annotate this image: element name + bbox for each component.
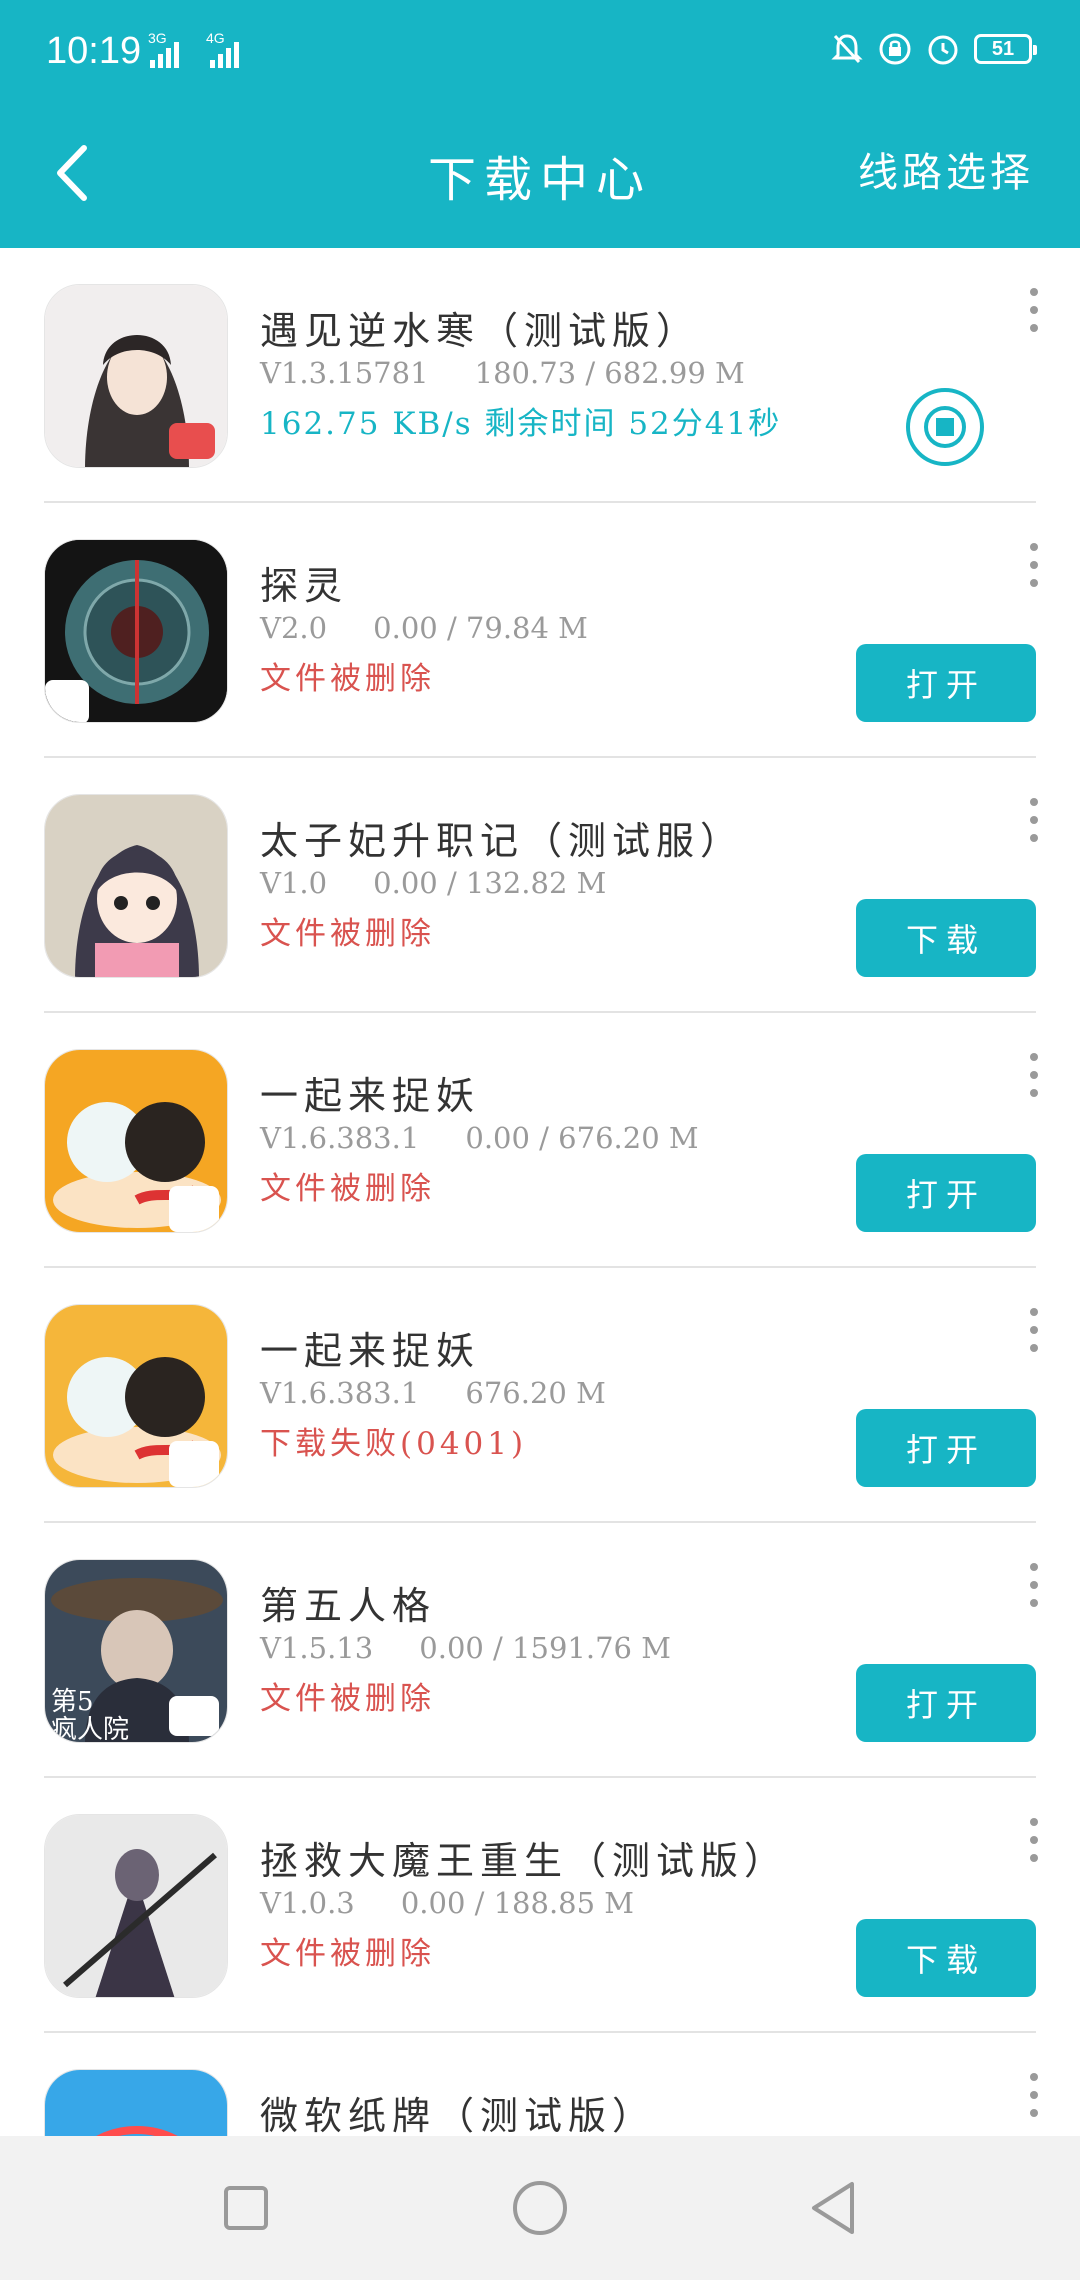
app-meta: V1.0 0.00 / 132.82 M — [260, 866, 607, 900]
route-select-button[interactable]: 线路选择 — [858, 140, 1034, 198]
download-item[interactable]: 第5 疯人院 第五人格 V1.5.13 0.00 / 1591.76 M 文件被… — [0, 1523, 1080, 1778]
app-meta: V1.3.15781 180.73 / 682.99 M — [260, 356, 745, 390]
download-item[interactable]: 拯救大魔王重生（测试版） V1.0.3 0.00 / 188.85 M 文件被删… — [0, 1778, 1080, 2033]
icon-overlay-text: 第5 — [51, 1687, 94, 1717]
open-button[interactable]: 打开 — [856, 1154, 1036, 1232]
app-icon — [44, 2069, 228, 2136]
app-meta: V1.5.13 0.00 / 1591.76 M — [260, 1631, 671, 1665]
download-status: 文件被删除 — [260, 661, 435, 697]
app-icon — [44, 539, 228, 723]
alarm-icon — [928, 35, 958, 65]
status-time: 10:19 — [46, 30, 142, 72]
status-bar: 10:19 3G 4G 51 — [0, 0, 1080, 110]
bell-off-icon — [831, 34, 863, 64]
app-icon: 第5 疯人院 — [44, 1559, 228, 1743]
app-meta: V1.6.383.1 676.20 M — [260, 1376, 606, 1410]
app-icon — [44, 1814, 228, 1998]
open-button[interactable]: 打开 — [856, 1409, 1036, 1487]
download-speed: 162.75 KB/s 剩余时间 52分41秒 — [260, 406, 782, 442]
more-options-icon[interactable] — [1024, 543, 1044, 587]
more-options-icon[interactable] — [1024, 2073, 1044, 2117]
download-status: 文件被删除 — [260, 1681, 435, 1717]
app-name: 遇见逆水寒（测试版） — [260, 309, 701, 353]
app-name: 一起来捉妖 — [260, 1329, 481, 1373]
more-options-icon[interactable] — [1024, 798, 1044, 842]
download-item[interactable]: 微软纸牌（测试版） — [0, 2033, 1080, 2136]
app-name: 微软纸牌（测试版） — [260, 2094, 657, 2136]
app-meta: V1.0.3 0.00 / 188.85 M — [260, 1886, 634, 1920]
icon-overlay-text: 疯人院 — [51, 1715, 129, 1743]
app-icon — [44, 1304, 228, 1488]
download-status: 文件被删除 — [260, 1936, 435, 1972]
download-item[interactable]: 一起来捉妖 V1.6.383.1 676.20 M 下载失败(0401) 打开 — [0, 1268, 1080, 1523]
download-status: 文件被删除 — [260, 1171, 435, 1207]
home-circle-icon[interactable] — [504, 2172, 576, 2244]
app-meta: V2.0 0.00 / 79.84 M — [260, 611, 588, 645]
download-button[interactable]: 下载 — [856, 1919, 1036, 1997]
app-name: 第五人格 — [260, 1584, 437, 1628]
app-bar: 下载中心 线路选择 — [0, 110, 1080, 248]
app-icon — [44, 1049, 228, 1233]
download-item[interactable]: 一起来捉妖 V1.6.383.1 0.00 / 676.20 M 文件被删除 打… — [0, 1013, 1080, 1268]
download-button[interactable]: 下载 — [856, 899, 1036, 977]
signal-icon — [210, 38, 239, 68]
more-options-icon[interactable] — [1024, 1818, 1044, 1862]
app-name: 探灵 — [260, 564, 349, 608]
app-name: 太子妃升职记（测试服） — [260, 819, 745, 863]
more-options-icon[interactable] — [1024, 1053, 1044, 1097]
download-item[interactable]: 探灵 V2.0 0.00 / 79.84 M 文件被删除 打开 — [0, 503, 1080, 758]
download-status: 下载失败(0401) — [260, 1426, 528, 1462]
download-item[interactable]: 太子妃升职记（测试服） V1.0 0.00 / 132.82 M 文件被删除 下… — [0, 758, 1080, 1013]
recents-square-icon[interactable] — [210, 2172, 282, 2244]
open-button[interactable]: 打开 — [856, 644, 1036, 722]
battery-indicator: 51 — [974, 34, 1037, 64]
back-triangle-icon[interactable] — [798, 2172, 870, 2244]
app-name: 一起来捉妖 — [260, 1074, 481, 1118]
open-button[interactable]: 打开 — [856, 1664, 1036, 1742]
download-list[interactable]: 遇见逆水寒（测试版） V1.3.15781 180.73 / 682.99 M … — [0, 248, 1080, 2136]
app-meta: V1.6.383.1 0.00 / 676.20 M — [260, 1121, 699, 1155]
more-options-icon[interactable] — [1024, 288, 1044, 332]
stop-download-button[interactable] — [906, 388, 984, 466]
download-status: 文件被删除 — [260, 916, 435, 952]
signal-icon — [150, 38, 179, 68]
app-icon — [44, 284, 228, 468]
navigation-bar — [0, 2136, 1080, 2280]
more-options-icon[interactable] — [1024, 1308, 1044, 1352]
more-options-icon[interactable] — [1024, 1563, 1044, 1607]
lock-icon — [879, 33, 911, 65]
app-name: 拯救大魔王重生（测试版） — [260, 1839, 789, 1883]
download-item[interactable]: 遇见逆水寒（测试版） V1.3.15781 180.73 / 682.99 M … — [0, 248, 1080, 503]
app-icon — [44, 794, 228, 978]
